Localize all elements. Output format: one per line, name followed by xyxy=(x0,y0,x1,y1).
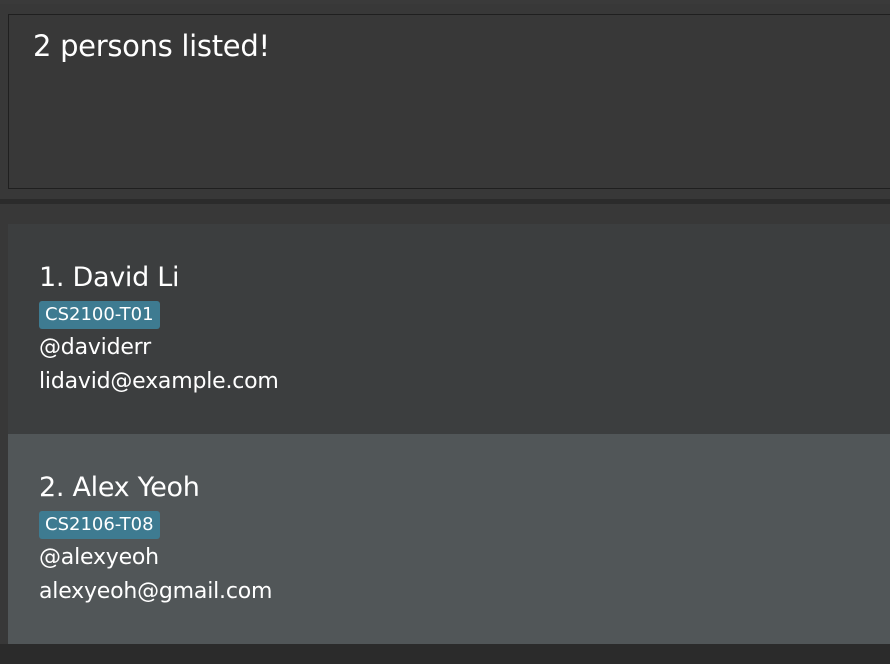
person-list-pane: 1. David Li CS2100-T01 @daviderr lidavid… xyxy=(0,204,890,664)
result-pane: 2 persons listed! xyxy=(0,4,890,199)
app-window: 2 persons listed! 1. David Li CS2100-T01… xyxy=(0,0,890,664)
person-list[interactable]: 1. David Li CS2100-T01 @daviderr lidavid… xyxy=(8,224,890,644)
person-name-text: David Li xyxy=(72,262,180,293)
result-message: 2 persons listed! xyxy=(33,29,270,63)
person-name: 2. Alex Yeoh xyxy=(39,472,200,503)
bottom-strip xyxy=(0,644,890,664)
result-display[interactable]: 2 persons listed! xyxy=(8,14,890,189)
person-card[interactable]: 1. David Li CS2100-T01 @daviderr lidavid… xyxy=(8,224,890,434)
person-name-text: Alex Yeoh xyxy=(72,472,200,503)
person-email: alexyeoh@gmail.com xyxy=(39,579,273,604)
person-tag: CS2106-T08 xyxy=(39,511,160,539)
person-index: 1. xyxy=(39,262,65,293)
person-card[interactable]: 2. Alex Yeoh CS2106-T08 @alexyeoh alexye… xyxy=(8,434,890,644)
person-telegram-handle: @daviderr xyxy=(39,335,151,360)
person-name: 1. David Li xyxy=(39,262,179,293)
person-index: 2. xyxy=(39,472,65,503)
person-telegram-handle: @alexyeoh xyxy=(39,545,159,570)
person-tag: CS2100-T01 xyxy=(39,301,160,329)
person-email: lidavid@example.com xyxy=(39,369,279,394)
